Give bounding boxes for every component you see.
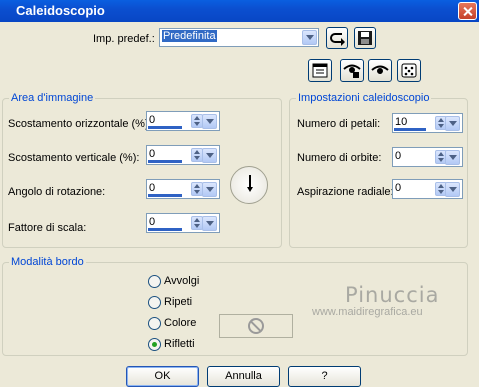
- orbits-label: Numero di orbite:: [297, 152, 382, 164]
- chevron-down-icon[interactable]: [445, 116, 460, 131]
- petals-label: Numero di petali:: [297, 118, 381, 130]
- watermark-site: www.maidiregrafica.eu: [312, 306, 423, 318]
- preset-value: Predefinita: [162, 30, 217, 42]
- randomize-button[interactable]: [397, 59, 421, 82]
- floppy-disk-icon: [358, 31, 372, 45]
- chevron-down-icon[interactable]: [202, 148, 217, 163]
- no-entry-icon: [248, 318, 264, 334]
- radio-color[interactable]: [148, 317, 161, 330]
- petals-input[interactable]: 10: [392, 113, 463, 133]
- kaleidoscope-settings-legend: Impostazioni caleidoscopio: [296, 92, 432, 104]
- radio-color-label[interactable]: Colore: [164, 317, 196, 329]
- radio-repeat[interactable]: [148, 296, 161, 309]
- h-offset-input[interactable]: 0: [146, 111, 220, 131]
- watermark-name: Pinuccia: [345, 283, 440, 307]
- rotation-label: Angolo di rotazione:: [8, 186, 106, 198]
- reset-preset-button[interactable]: [326, 27, 348, 49]
- image-area-legend: Area d'immagine: [9, 92, 96, 104]
- radio-repeat-label[interactable]: Ripeti: [164, 296, 192, 308]
- radio-reflect-label[interactable]: Rifletti: [164, 338, 195, 350]
- chevron-down-icon[interactable]: [202, 114, 217, 129]
- close-icon[interactable]: [458, 2, 477, 20]
- title-bar: Caleidoscopio: [0, 0, 479, 22]
- suction-input[interactable]: 0: [392, 179, 463, 199]
- chevron-down-icon[interactable]: [302, 30, 317, 45]
- eye-lock-icon: [343, 64, 361, 78]
- suction-label: Aspirazione radiale:: [297, 186, 394, 198]
- lock-view-button[interactable]: [340, 59, 364, 82]
- h-offset-label: Scostamento orizzontale (%):: [8, 118, 152, 130]
- rotation-input[interactable]: 0: [146, 179, 220, 199]
- edge-mode-legend: Modalità bordo: [9, 256, 86, 268]
- save-preset-button[interactable]: [354, 27, 376, 49]
- chevron-down-icon[interactable]: [445, 150, 460, 165]
- undo-arrow-icon: [330, 33, 345, 46]
- v-offset-input[interactable]: 0: [146, 145, 220, 165]
- radio-wrap[interactable]: [148, 275, 161, 288]
- dice-icon: [401, 63, 417, 78]
- radio-reflect[interactable]: [148, 338, 161, 351]
- preset-dropdown[interactable]: Predefinita: [159, 28, 319, 47]
- scale-label: Fattore di scala:: [8, 222, 87, 234]
- proof-button[interactable]: [308, 59, 332, 82]
- help-button[interactable]: ?: [288, 366, 361, 387]
- radio-wrap-label[interactable]: Avvolgi: [164, 275, 199, 287]
- preset-label: Imp. predef.:: [93, 33, 155, 45]
- orbits-input[interactable]: 0: [392, 147, 463, 167]
- window-list-icon: [312, 63, 328, 78]
- preview-button[interactable]: [368, 59, 392, 82]
- cancel-button[interactable]: Annulla: [207, 366, 280, 387]
- scale-input[interactable]: 0: [146, 213, 220, 233]
- rotation-dial[interactable]: [230, 166, 268, 204]
- chevron-down-icon[interactable]: [202, 216, 217, 231]
- v-offset-label: Scostamento verticale (%):: [8, 152, 140, 164]
- chevron-down-icon[interactable]: [445, 182, 460, 197]
- chevron-down-icon[interactable]: [202, 182, 217, 197]
- eye-icon: [371, 65, 389, 74]
- color-swatch: [219, 314, 293, 338]
- window-title: Caleidoscopio: [16, 3, 105, 18]
- ok-button[interactable]: OK: [126, 366, 199, 387]
